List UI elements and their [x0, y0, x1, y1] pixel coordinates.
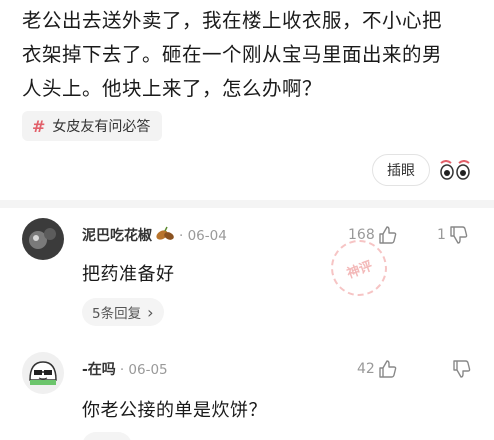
post-text-line: 人头上。他块上来了，怎么办啊？	[22, 77, 323, 100]
hashtag-icon: #	[32, 116, 46, 136]
like-button[interactable]: 42	[357, 359, 398, 379]
like-count: 42	[357, 361, 375, 377]
post-text-line: 老公出去送外卖了，我在楼上收衣服，不小心把	[22, 9, 443, 32]
dislike-button[interactable]	[452, 359, 472, 379]
username[interactable]: -在吗	[82, 362, 116, 378]
bookmark-button[interactable]: 插眼	[372, 154, 430, 186]
chevron-right-icon: ›	[147, 302, 154, 322]
thumbs-up-icon	[379, 360, 397, 378]
comment-date: · 06-04	[179, 228, 227, 244]
avatar[interactable]	[22, 352, 64, 394]
dislike-count: 1	[437, 227, 446, 243]
post-action-row: 插眼	[372, 154, 474, 186]
stamp-label: 神评	[344, 258, 375, 282]
pepper-icon	[155, 226, 175, 246]
comment-date: · 06-05	[119, 362, 168, 378]
section-divider	[0, 200, 494, 208]
view-replies-button[interactable]: 5条回复 ›	[82, 298, 164, 326]
comment-author[interactable]: -在吗 · 06-05	[82, 359, 168, 379]
eyes-icon[interactable]	[436, 154, 474, 186]
username[interactable]: 泥巴吃花椒	[82, 228, 152, 244]
topic-tag-label: 女皮友有问必答	[52, 119, 151, 135]
post-text: 老公出去送外卖了，我在楼上收衣服，不小心把 衣架掉下去了。砸在一个刚从宝马里面出…	[22, 4, 487, 106]
comment-body: 把药准备好	[82, 264, 175, 285]
comment-author[interactable]: 泥巴吃花椒 · 06-04	[82, 225, 227, 246]
thumbs-down-icon	[453, 360, 471, 378]
dislike-button[interactable]: 1	[437, 225, 469, 245]
reply-count-label: 5条回复	[92, 306, 142, 322]
comment-body: 你老公接的单是炊饼？	[82, 400, 267, 421]
post-text-line: 衣架掉下去了。砸在一个刚从宝马里面出来的男	[22, 43, 443, 66]
thumbs-up-icon	[379, 226, 397, 244]
avatar[interactable]	[22, 218, 64, 260]
view-replies-button[interactable]	[82, 432, 132, 440]
topic-tag[interactable]: # 女皮友有问必答	[22, 111, 163, 141]
thumbs-down-icon	[450, 226, 468, 244]
